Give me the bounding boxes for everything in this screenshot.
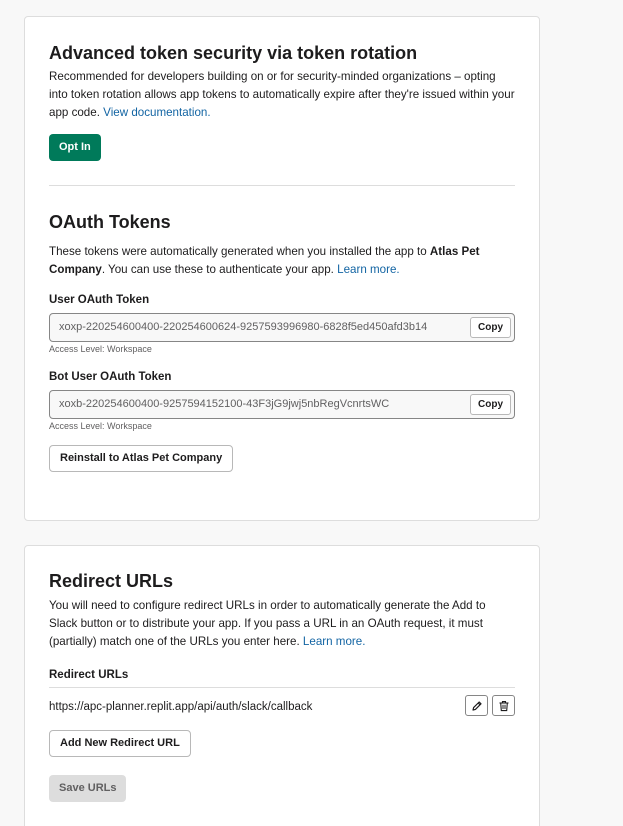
bot-token-access-level: Access Level: Workspace (49, 421, 152, 431)
save-urls-button[interactable]: Save URLs (49, 775, 127, 802)
oauth-learn-more-link[interactable]: Learn more. (337, 263, 400, 276)
section-divider (49, 185, 515, 186)
user-token-value[interactable]: xoxp-220254600400-220254600624-925759399… (59, 314, 470, 341)
redirect-learn-more-link[interactable]: Learn more. (303, 635, 366, 648)
redirect-urls-title: Redirect URLs (49, 571, 174, 591)
redirect-list-divider (49, 687, 515, 688)
redirect-url-row: https://apc-planner.replit.app/api/auth/… (49, 691, 515, 721)
user-token-field[interactable]: xoxp-220254600400-220254600624-925759399… (49, 313, 515, 342)
opt-in-button[interactable]: Opt In (49, 134, 101, 161)
view-documentation-link[interactable]: View documentation. (103, 106, 210, 119)
user-token-access-level: Access Level: Workspace (49, 344, 152, 354)
pencil-icon (471, 700, 482, 711)
redirect-urls-list-label: Redirect URLs (49, 669, 129, 681)
reinstall-button[interactable]: Reinstall to Atlas Pet Company (49, 445, 234, 472)
trash-icon (499, 700, 508, 711)
token-rotation-description: Recommended for developers building on o… (49, 70, 515, 119)
user-token-label: User OAuth Token (49, 294, 150, 306)
delete-url-button[interactable] (492, 695, 515, 716)
bot-token-value[interactable]: xoxb-220254600400-9257594152100-43F3jG9j… (59, 391, 470, 418)
redirect-url-text: https://apc-planner.replit.app/api/auth/… (49, 701, 313, 713)
copy-user-token-button[interactable]: Copy (470, 317, 511, 338)
copy-bot-token-button[interactable]: Copy (470, 394, 511, 415)
bot-token-field[interactable]: xoxb-220254600400-9257594152100-43F3jG9j… (49, 390, 515, 419)
redirect-urls-description: You will need to configure redirect URLs… (49, 599, 486, 648)
bot-token-label: Bot User OAuth Token (49, 371, 172, 383)
oauth-tokens-title: OAuth Tokens (49, 212, 171, 232)
oauth-tokens-description: These tokens were automatically generate… (49, 245, 480, 276)
add-redirect-url-button[interactable]: Add New Redirect URL (49, 730, 191, 757)
redirect-urls-card: Redirect URLs You will need to configure… (24, 545, 540, 826)
token-rotation-title: Advanced token security via token rotati… (49, 43, 418, 63)
token-security-card: Advanced token security via token rotati… (24, 16, 540, 521)
edit-url-button[interactable] (465, 695, 488, 716)
